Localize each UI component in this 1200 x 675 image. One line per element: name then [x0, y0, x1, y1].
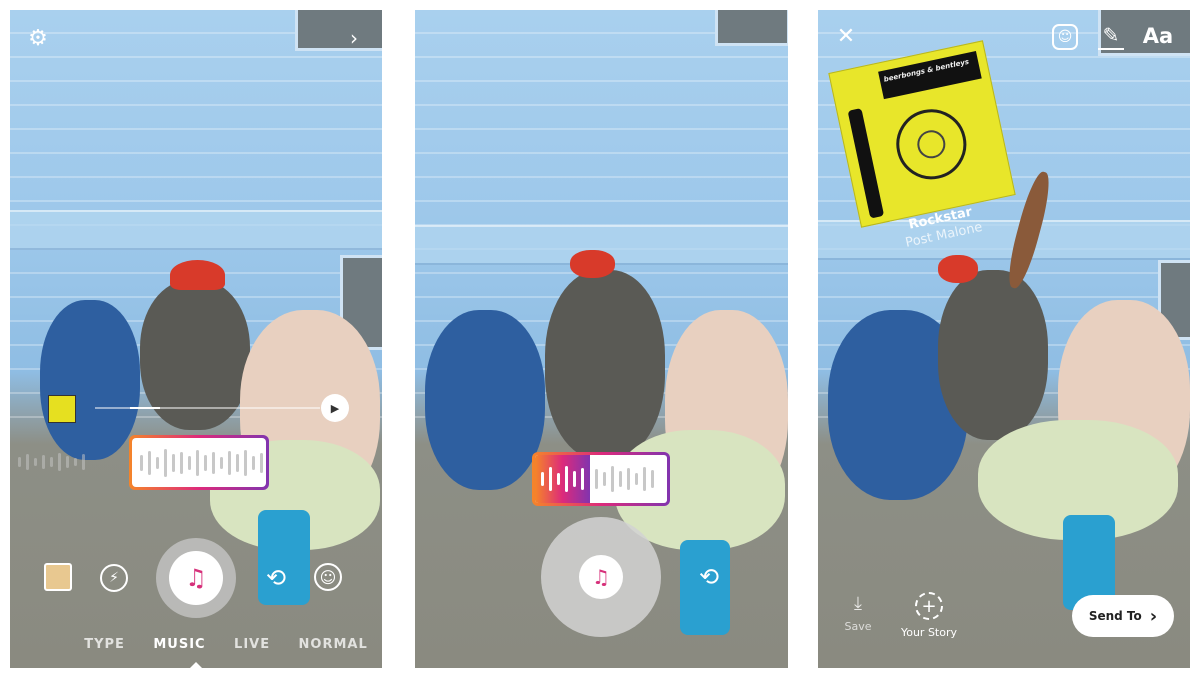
text-tool-button[interactable]: Aa — [1140, 22, 1176, 50]
record-button[interactable]: ♫ — [541, 517, 661, 637]
mode-live[interactable]: LIVE — [234, 637, 270, 652]
person — [425, 310, 545, 490]
flip-camera-icon[interactable]: ⟲ — [695, 563, 723, 591]
album-disc — [889, 102, 973, 186]
face-effects-icon[interactable]: ☺ — [314, 563, 342, 591]
sticker-icon[interactable]: ☺ — [1052, 24, 1078, 50]
send-to-button[interactable]: Send To › — [1072, 595, 1174, 637]
save-button[interactable]: ⤓ Save — [840, 593, 876, 634]
camera-mode-selector: TYPE MUSIC LIVE NORMAL — [10, 637, 382, 652]
camera-music-mode-screen: ⚙ › ▶ ⚡ ♫ ⟲ ☺ TYPE MUSIC LIVE NORMAL — [10, 10, 382, 668]
person — [40, 300, 140, 460]
capture-button[interactable]: ♫ — [156, 538, 236, 618]
chevron-right-icon: › — [1149, 605, 1158, 627]
music-sticker-album-art[interactable]: beerbongs & bentleys — [828, 40, 1016, 228]
draw-icon[interactable]: ✎ — [1098, 22, 1124, 50]
mode-normal[interactable]: NORMAL — [299, 637, 368, 652]
story-edit-screen: ✕ ☺ ✎ Aa beerbongs & bentleys Rockstar P… — [818, 10, 1190, 668]
settings-icon[interactable]: ⚙ — [26, 26, 50, 51]
clip-progress-fill — [535, 455, 590, 503]
album-thumbnail[interactable] — [48, 395, 76, 423]
add-story-icon: + — [915, 592, 943, 620]
flip-camera-icon[interactable]: ⟲ — [262, 564, 290, 592]
window — [295, 10, 382, 51]
chevron-right-icon[interactable]: › — [342, 26, 366, 50]
person — [545, 270, 665, 460]
wall-ledge — [818, 220, 1190, 260]
active-mode-indicator — [190, 662, 202, 668]
mode-type[interactable]: TYPE — [84, 637, 125, 652]
save-label: Save — [844, 620, 872, 633]
album-label: beerbongs & bentleys — [878, 50, 982, 100]
red-cap — [170, 260, 225, 290]
window — [715, 10, 788, 46]
red-cap — [570, 250, 615, 278]
download-icon: ⤓ — [854, 593, 862, 614]
music-note-icon: ♫ — [579, 555, 623, 599]
mode-music[interactable]: MUSIC — [153, 637, 205, 652]
music-note-icon: ♫ — [169, 551, 223, 605]
song-clip-selector[interactable] — [129, 435, 269, 490]
music-recording-screen: ♫ ⟲ — [415, 10, 788, 668]
song-scrubber[interactable] — [95, 407, 320, 409]
play-icon[interactable]: ▶ — [321, 394, 349, 422]
gallery-thumbnail[interactable] — [44, 563, 72, 591]
your-story-label: Your Story — [900, 626, 958, 639]
person — [938, 270, 1048, 440]
close-icon[interactable]: ✕ — [834, 24, 858, 49]
wall-ledge — [10, 210, 382, 250]
send-to-label: Send To — [1088, 609, 1142, 623]
your-story-button[interactable]: + Your Story — [894, 592, 964, 639]
red-cap — [938, 255, 978, 283]
flash-icon[interactable]: ⚡ — [100, 564, 128, 592]
song-clip-progress[interactable] — [532, 452, 670, 506]
